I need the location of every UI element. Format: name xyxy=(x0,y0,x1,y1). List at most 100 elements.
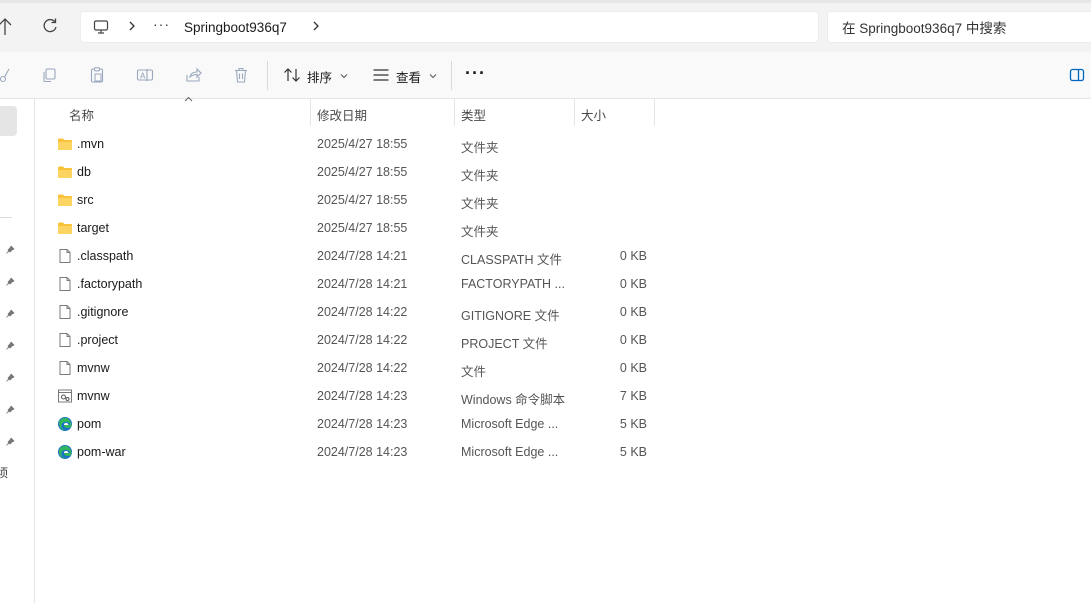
file-icon xyxy=(57,360,73,376)
column-divider[interactable] xyxy=(310,99,311,126)
file-row[interactable]: pom-war 2024/7/28 14:23 Microsoft Edge .… xyxy=(36,438,1091,466)
search-box[interactable] xyxy=(827,11,1091,43)
column-divider[interactable] xyxy=(454,99,455,126)
file-size: 5 KB xyxy=(619,417,647,431)
column-divider[interactable] xyxy=(574,99,575,126)
file-date-modified: 2025/4/27 18:55 xyxy=(317,221,408,235)
sort-ascending-icon xyxy=(184,94,193,104)
file-type: FACTORYPATH ... xyxy=(461,277,565,291)
cut-icon[interactable] xyxy=(0,66,12,84)
breadcrumb-folder-name[interactable]: Springboot936q7 xyxy=(184,20,287,35)
file-row[interactable]: .factorypath 2024/7/28 14:21 FACTORYPATH… xyxy=(36,270,1091,298)
script-icon xyxy=(57,388,73,404)
file-size: 7 KB xyxy=(619,389,647,403)
breadcrumb-more-button[interactable]: ··· xyxy=(153,16,170,32)
pin-icon[interactable] xyxy=(5,404,15,414)
file-date-modified: 2024/7/28 14:23 xyxy=(317,445,408,459)
file-type: 文件夹 xyxy=(461,225,499,239)
file-row[interactable]: pom 2024/7/28 14:23 Microsoft Edge ... 5… xyxy=(36,410,1091,438)
view-icon xyxy=(372,67,390,86)
folder-icon xyxy=(57,192,73,208)
column-header-row: 名称 修改日期 类型 大小 xyxy=(36,96,1091,126)
column-header-name[interactable]: 名称 xyxy=(69,105,94,124)
pin-icon[interactable] xyxy=(5,244,15,254)
nav-selected-item[interactable] xyxy=(0,106,17,136)
more-options-button[interactable]: ··· xyxy=(465,63,486,84)
view-button[interactable]: 查看 xyxy=(372,65,437,87)
file-row[interactable]: .mvn 2025/4/27 18:55 文件夹 xyxy=(36,130,1091,158)
window-top-edge xyxy=(0,0,1091,3)
file-name: mvnw xyxy=(77,361,110,375)
column-divider[interactable] xyxy=(654,99,655,126)
view-label: 查看 xyxy=(396,70,422,85)
file-size: 0 KB xyxy=(619,333,647,347)
search-input[interactable] xyxy=(842,19,1082,37)
file-type: 文件夹 xyxy=(461,197,499,211)
file-type: 文件夹 xyxy=(461,169,499,183)
file-row[interactable]: mvnw 2024/7/28 14:23 Windows 命令脚本 7 KB xyxy=(36,382,1091,410)
file-size: 0 KB xyxy=(619,361,647,375)
sort-button[interactable]: 排序 xyxy=(283,65,348,87)
file-row[interactable]: .project 2024/7/28 14:22 PROJECT 文件 0 KB xyxy=(36,326,1091,354)
delete-icon[interactable] xyxy=(232,66,250,84)
pin-icon[interactable] xyxy=(5,340,15,350)
share-icon[interactable] xyxy=(184,66,202,84)
file-date-modified: 2025/4/27 18:55 xyxy=(317,137,408,151)
nav-item-label[interactable]: 顷 xyxy=(0,464,8,481)
file-name: mvnw xyxy=(77,389,110,403)
file-type: GITIGNORE 文件 xyxy=(461,309,560,323)
column-header-size[interactable]: 大小 xyxy=(581,105,606,124)
file-date-modified: 2024/7/28 14:22 xyxy=(317,361,408,375)
up-arrow-icon[interactable] xyxy=(0,18,12,36)
file-type: 文件 xyxy=(461,365,487,379)
file-name: pom-war xyxy=(77,445,126,459)
file-name: src xyxy=(77,193,94,207)
file-date-modified: 2024/7/28 14:23 xyxy=(317,389,408,403)
file-name: pom xyxy=(77,417,102,431)
file-date-modified: 2025/4/27 18:55 xyxy=(317,165,408,179)
file-name: db xyxy=(77,165,91,179)
breadcrumb-chevron-icon[interactable] xyxy=(311,18,321,37)
column-header-date[interactable]: 修改日期 xyxy=(317,105,367,124)
file-row[interactable]: src 2025/4/27 18:55 文件夹 xyxy=(36,186,1091,214)
svg-text:A: A xyxy=(140,72,146,81)
rename-icon[interactable]: A xyxy=(136,66,154,84)
file-name: .factorypath xyxy=(77,277,143,291)
file-name: .project xyxy=(77,333,118,347)
column-header-type[interactable]: 类型 xyxy=(461,105,486,124)
pin-icon[interactable] xyxy=(5,436,15,446)
pin-icon[interactable] xyxy=(5,308,15,318)
pin-icon[interactable] xyxy=(5,276,15,286)
toolbar-divider xyxy=(267,61,268,90)
breadcrumb[interactable]: ··· Springboot936q7 xyxy=(80,11,819,43)
copy-icon[interactable] xyxy=(40,66,58,84)
refresh-icon[interactable] xyxy=(40,16,60,36)
edge-icon xyxy=(57,416,73,432)
file-name: .gitignore xyxy=(77,305,129,319)
details-pane-icon[interactable] xyxy=(1069,67,1085,83)
file-size: 5 KB xyxy=(619,445,647,459)
pin-icon[interactable] xyxy=(5,372,15,382)
file-size: 0 KB xyxy=(619,277,647,291)
this-pc-icon[interactable] xyxy=(93,19,109,35)
file-icon xyxy=(57,248,73,264)
file-icon xyxy=(57,304,73,320)
file-date-modified: 2024/7/28 14:21 xyxy=(317,249,408,263)
file-row[interactable]: .gitignore 2024/7/28 14:22 GITIGNORE 文件 … xyxy=(36,298,1091,326)
folder-icon xyxy=(57,136,73,152)
file-row[interactable]: target 2025/4/27 18:55 文件夹 xyxy=(36,214,1091,242)
file-date-modified: 2024/7/28 14:21 xyxy=(317,277,408,291)
chevron-down-icon xyxy=(340,71,348,81)
edge-icon xyxy=(57,444,73,460)
file-type: Microsoft Edge ... xyxy=(461,417,559,431)
file-icon xyxy=(57,332,73,348)
paste-icon[interactable] xyxy=(88,66,106,84)
folder-icon xyxy=(57,220,73,236)
file-date-modified: 2024/7/28 14:22 xyxy=(317,333,408,347)
file-row[interactable]: db 2025/4/27 18:55 文件夹 xyxy=(36,158,1091,186)
file-row[interactable]: .classpath 2024/7/28 14:21 CLASSPATH 文件 … xyxy=(36,242,1091,270)
address-bar-row: ··· Springboot936q7 xyxy=(0,0,1091,52)
file-row[interactable]: mvnw 2024/7/28 14:22 文件 0 KB xyxy=(36,354,1091,382)
breadcrumb-chevron-icon[interactable] xyxy=(127,18,137,37)
folder-icon xyxy=(57,164,73,180)
